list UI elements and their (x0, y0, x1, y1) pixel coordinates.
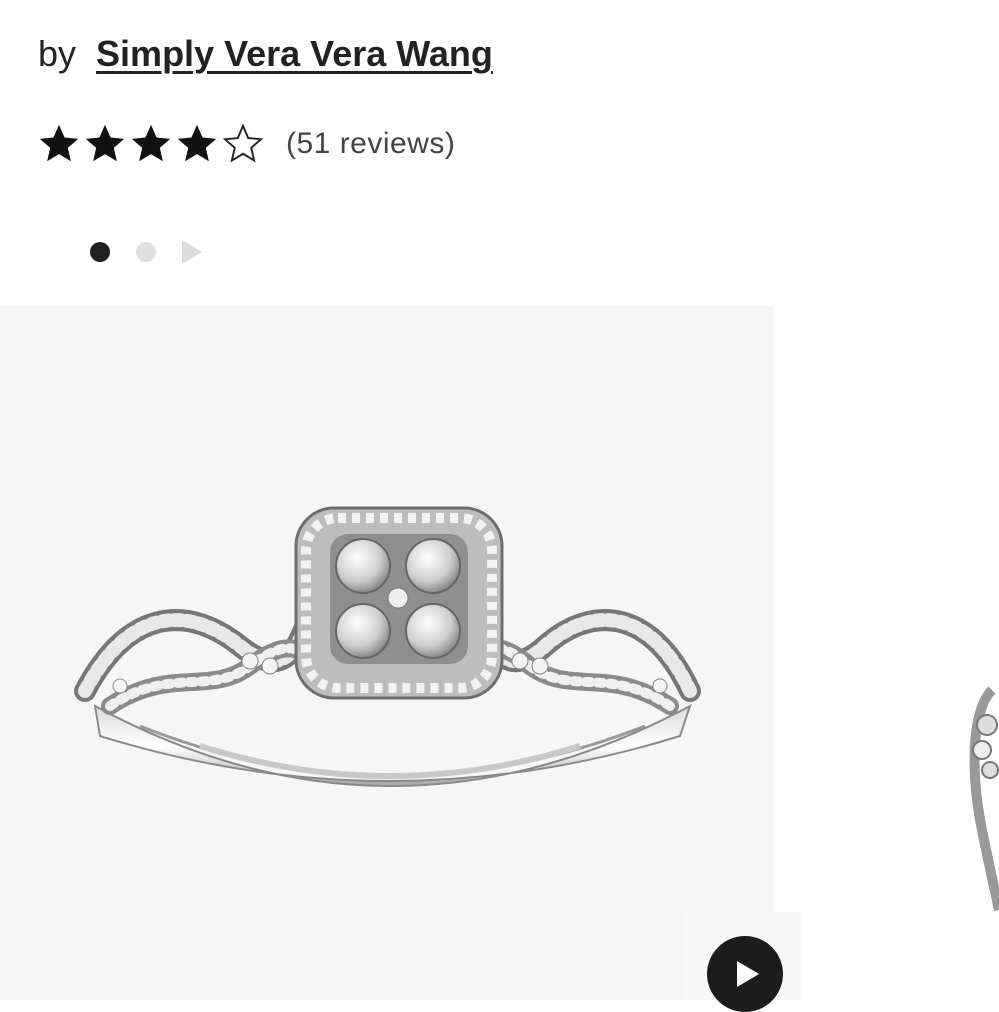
carousel-dot[interactable] (136, 242, 156, 262)
by-prefix: by (38, 33, 77, 74)
next-arrow-icon[interactable] (182, 240, 202, 264)
star-icon-filled (39, 124, 79, 162)
brand-byline: by Simply Vera Vera Wang (38, 28, 493, 80)
brand-link[interactable]: Simply Vera Vera Wang (96, 33, 493, 74)
product-image-gallery[interactable] (0, 306, 773, 1000)
reviews-link[interactable]: (51 reviews) (286, 127, 455, 161)
star-icon-empty (222, 123, 264, 163)
star-icon-filled (85, 124, 125, 162)
ring-image-peek (969, 686, 999, 911)
rating-row[interactable]: (51 reviews) (36, 120, 455, 168)
star-rating[interactable] (36, 121, 266, 167)
star-icon-filled (177, 124, 217, 162)
carousel-pagination (90, 240, 202, 264)
play-icon[interactable] (707, 936, 783, 1012)
next-product-image-peek[interactable] (962, 650, 999, 950)
carousel-dot-active[interactable] (90, 242, 110, 262)
star-icon-filled (131, 124, 171, 162)
video-thumbnail[interactable] (682, 912, 802, 1012)
ring-image (74, 506, 701, 787)
